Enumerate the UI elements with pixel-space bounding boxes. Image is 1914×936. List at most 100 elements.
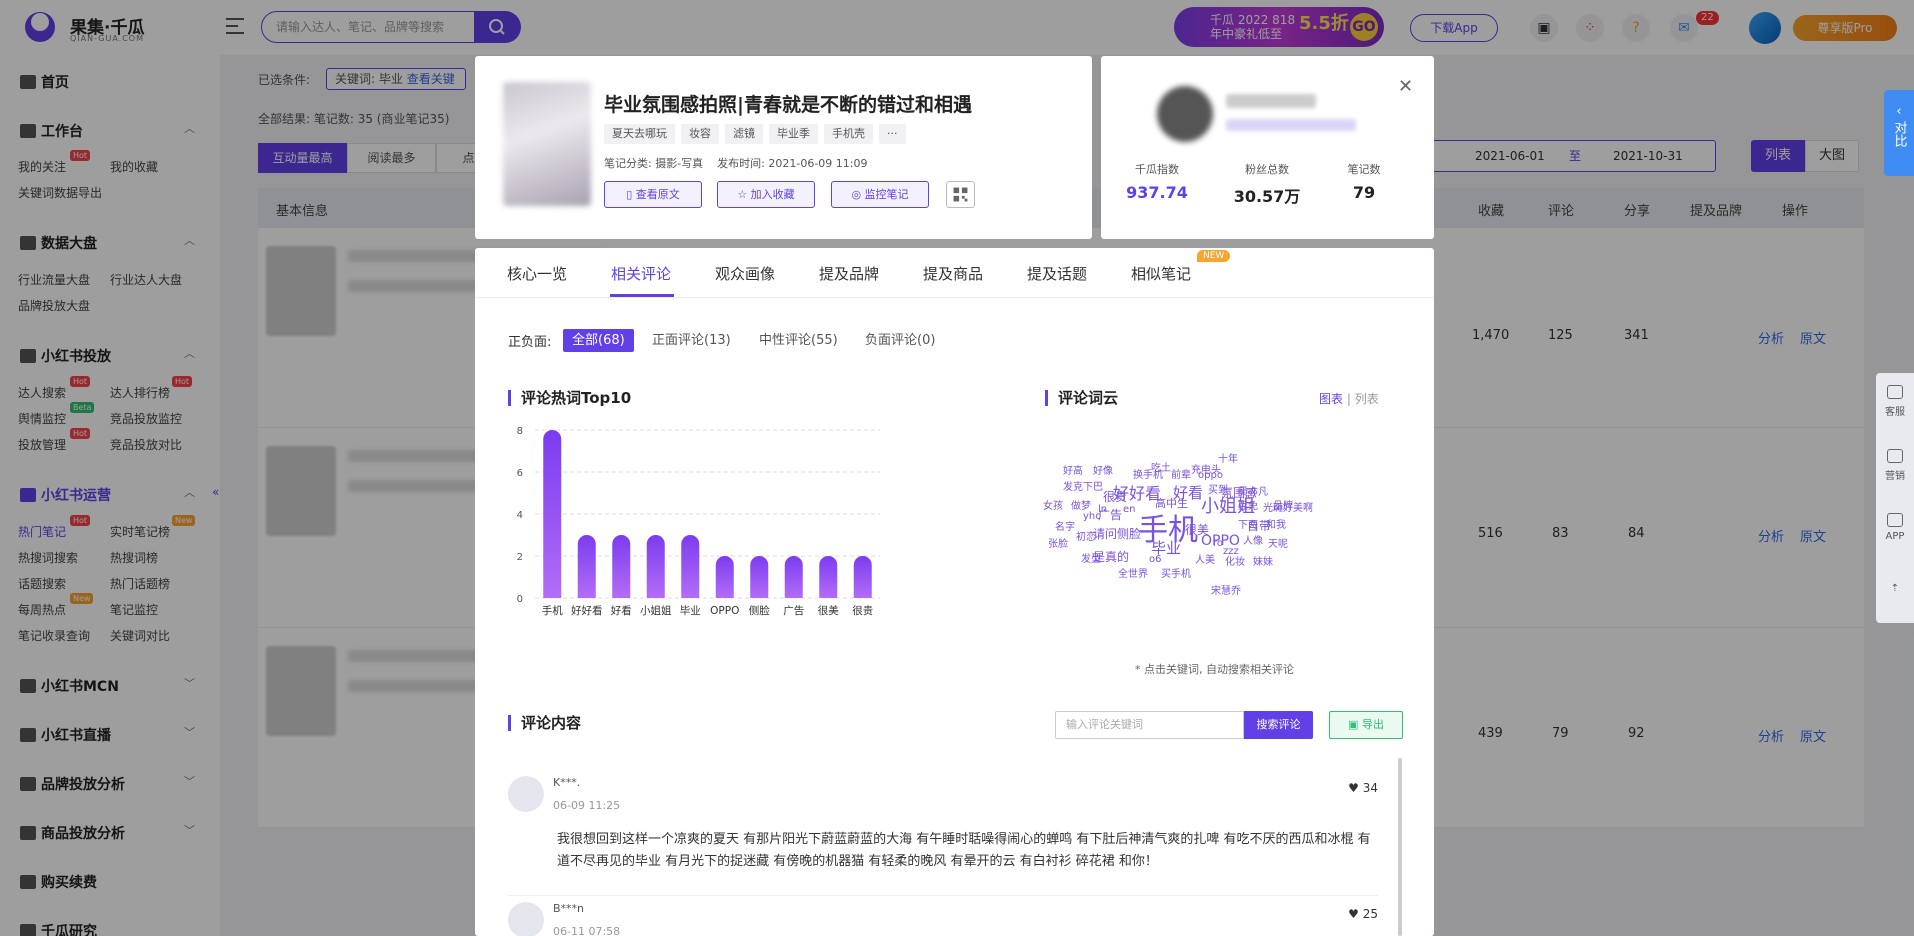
- tab-audience[interactable]: 观众画像: [715, 263, 775, 284]
- commenter-name: K***.: [553, 776, 581, 789]
- wordcloud-word[interactable]: 下两: [1238, 521, 1258, 531]
- sentiment-negative[interactable]: 负面评论(0): [865, 329, 935, 352]
- wordcloud-title: 评论词云: [1045, 390, 1118, 406]
- list-view-toggle[interactable]: 列表: [1355, 392, 1379, 406]
- tab-comments[interactable]: 相关评论: [611, 263, 671, 284]
- wordcloud-word[interactable]: 十年: [1218, 455, 1238, 465]
- comments-scrollbar[interactable]: [1398, 758, 1402, 936]
- wordcloud-word[interactable]: 张脸: [1048, 540, 1068, 550]
- note-tag[interactable]: 手机壳: [824, 124, 873, 144]
- headset-icon: [1887, 385, 1903, 399]
- wordcloud-word[interactable]: 吃土: [1151, 464, 1171, 474]
- wordcloud-word[interactable]: 吴亦凡: [1238, 488, 1268, 498]
- wordcloud-word[interactable]: 女孩: [1043, 502, 1063, 512]
- wordcloud-word[interactable]: 买手机: [1161, 570, 1191, 580]
- tab-topics[interactable]: 提及话题: [1027, 263, 1087, 284]
- customer-service-button[interactable]: 客服: [1876, 385, 1914, 418]
- note-cover-image: [503, 82, 591, 206]
- chevron-left-icon: ‹: [1896, 104, 1902, 119]
- wordcloud-word[interactable]: 很贵: [1103, 491, 1127, 503]
- export-button[interactable]: ▣ 导出: [1329, 711, 1403, 739]
- wordcloud-word[interactable]: 光斑: [1263, 504, 1283, 514]
- note-info-card: 毕业氛围感拍照|青春就是不断的错过和相遇 夏天去哪玩 妆容 滤镜 毕业季 手机壳 ··· …: [475, 56, 1092, 239]
- wordcloud-word[interactable]: 化妆: [1225, 558, 1245, 568]
- wordcloud-word[interactable]: ln: [1098, 505, 1107, 515]
- stat-fans: 粉丝总数 30.57万: [1233, 163, 1301, 206]
- x-tick-label: 广告: [783, 604, 804, 617]
- wordcloud-word[interactable]: 互免: [1238, 502, 1258, 512]
- new-badge: NEW: [1197, 250, 1231, 262]
- chart-view-toggle[interactable]: 图表: [1319, 392, 1343, 406]
- phone-icon: [1887, 513, 1903, 527]
- tab-products[interactable]: 提及商品: [923, 263, 983, 284]
- sentiment-neutral[interactable]: 中性评论(55): [759, 329, 838, 352]
- wordcloud-word[interactable]: 发型: [1081, 555, 1101, 565]
- wordcloud-word[interactable]: zzz: [1223, 547, 1239, 557]
- wordcloud-word[interactable]: o6: [1149, 555, 1161, 565]
- wordcloud-word[interactable]: 好美啊: [1283, 504, 1313, 514]
- comment-likes: ♥ 34: [1348, 781, 1378, 795]
- wordcloud-word[interactable]: 人像: [1243, 537, 1263, 547]
- comment-time: 06-11 07:58: [553, 925, 621, 936]
- wordcloud-word[interactable]: 妹妹: [1253, 558, 1273, 568]
- more-tags-button[interactable]: ···: [879, 124, 906, 144]
- tab-brands[interactable]: 提及品牌: [819, 263, 879, 284]
- wordcloud-word[interactable]: 前辈: [1171, 471, 1191, 481]
- wordcloud-word[interactable]: 初恋: [1076, 533, 1096, 543]
- comments-title: 评论内容: [508, 715, 581, 731]
- note-tag[interactable]: 夏天去哪玩: [604, 124, 675, 144]
- sentiment-positive[interactable]: 正面评论(13): [652, 329, 731, 352]
- wordcloud-word[interactable]: 请问侧脸: [1093, 528, 1141, 540]
- x-tick-label: 毕业: [680, 604, 701, 617]
- chart-bar: [750, 556, 769, 598]
- qr-code-icon[interactable]: [946, 181, 975, 208]
- wordcloud-word[interactable]: 发克下巴: [1063, 483, 1103, 493]
- wordcloud-word[interactable]: 高中生: [1155, 498, 1188, 509]
- x-tick-label: 手机: [542, 604, 563, 617]
- wordcloud-word[interactable]: 好像: [1093, 467, 1113, 477]
- app-button[interactable]: APP: [1876, 513, 1914, 542]
- comment-search-input[interactable]: 输入评论关键词: [1055, 711, 1244, 739]
- chart-bar: [853, 556, 872, 598]
- x-tick-label: 很贵: [852, 604, 873, 617]
- author-info-card: ✕ 千瓜指数 937.74 粉丝总数 30.57万 笔记数 79: [1101, 56, 1434, 239]
- y-tick-label: 4: [517, 510, 523, 521]
- wordcloud-word[interactable]: ro: [1213, 539, 1223, 549]
- x-tick-label: 好好看: [571, 604, 603, 617]
- note-title: 毕业氛围感拍照|青春就是不断的错过和相遇: [604, 94, 972, 116]
- tab-overview[interactable]: 核心一览: [507, 263, 567, 284]
- wordcloud-word[interactable]: en: [1123, 505, 1136, 515]
- chart-bar: [784, 556, 803, 598]
- wordcloud-word[interactable]: 名字: [1055, 523, 1075, 533]
- wordcloud-word[interactable]: 全世界: [1118, 570, 1148, 580]
- x-tick-label: OPPO: [710, 605, 739, 617]
- wordcloud-word[interactable]: oppo: [1198, 471, 1223, 481]
- tab-similar-notes[interactable]: 相似笔记: [1131, 263, 1191, 284]
- note-tag[interactable]: 滤镜: [725, 124, 763, 144]
- wordcloud-word[interactable]: 很美: [1185, 524, 1209, 536]
- note-tag[interactable]: 毕业季: [769, 124, 818, 144]
- monitor-note-button[interactable]: ◎ 监控笔记: [831, 181, 929, 208]
- compare-tab[interactable]: ‹ 对比: [1884, 90, 1914, 176]
- back-to-top-button[interactable]: ⇡: [1876, 583, 1914, 594]
- add-favorite-button[interactable]: ☆ 加入收藏: [717, 181, 815, 208]
- close-icon[interactable]: ✕: [1398, 76, 1413, 97]
- comment-text: 我很想回到这样一个凉爽的夏天 有那片阳光下蔚蓝蔚蓝的大海 有午睡时聒噪得闹心的蝉…: [557, 832, 1371, 869]
- sentiment-all[interactable]: 全部(68): [563, 329, 634, 352]
- author-tags-blurred: [1226, 119, 1356, 131]
- heart-icon: ♥: [1348, 907, 1359, 921]
- wordcloud-word[interactable]: 买到: [1208, 486, 1228, 496]
- wordcloud-word[interactable]: 好高: [1063, 467, 1083, 477]
- wordcloud-word[interactable]: 宋慧乔: [1211, 587, 1241, 597]
- note-meta: 笔记分类: 摄影-写真 发布时间: 2021-06-09 11:09: [604, 155, 882, 171]
- view-original-button[interactable]: ▯ 查看原文: [604, 181, 702, 208]
- search-comments-button[interactable]: 搜索评论: [1244, 711, 1313, 739]
- x-tick-label: 好看: [611, 604, 632, 617]
- chart-bar: [612, 535, 631, 598]
- note-tag[interactable]: 妆容: [681, 124, 719, 144]
- wordcloud-word[interactable]: 人美: [1195, 556, 1215, 566]
- wordcloud-word[interactable]: 天呢: [1268, 540, 1288, 550]
- wordcloud-word[interactable]: 和我: [1266, 521, 1286, 531]
- note-tags: 夏天去哪玩 妆容 滤镜 毕业季 手机壳 ···: [604, 124, 912, 144]
- marketing-button[interactable]: 营销: [1876, 449, 1914, 482]
